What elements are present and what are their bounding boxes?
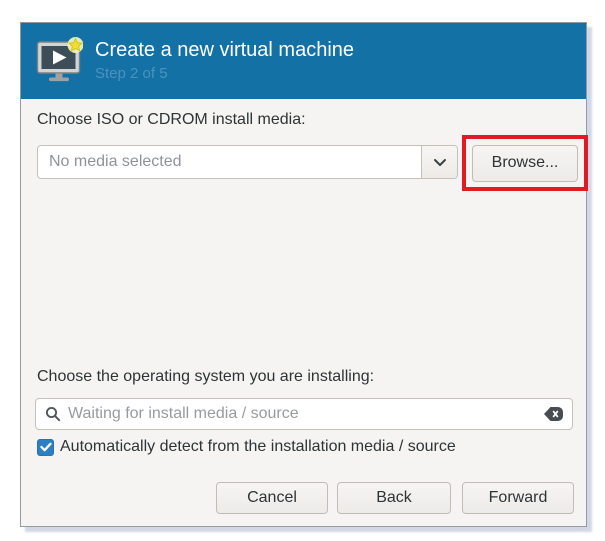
autodetect-checkbox[interactable] — [37, 439, 54, 456]
dialog-title: Create a new virtual machine — [95, 38, 354, 62]
clear-icon[interactable] — [544, 407, 563, 421]
search-icon — [45, 406, 61, 422]
browse-button[interactable]: Browse... — [472, 145, 578, 182]
install-media-combobox[interactable]: No media selected — [37, 145, 458, 179]
browse-button-highlight: Browse... — [462, 135, 588, 191]
install-media-combobox-value: No media selected — [38, 146, 421, 178]
autodetect-row: Automatically detect from the installati… — [37, 438, 456, 456]
new-vm-icon — [35, 37, 83, 85]
combobox-arrow-button[interactable] — [421, 146, 457, 178]
os-search-input[interactable] — [68, 405, 537, 423]
os-section-label: Choose the operating system you are inst… — [37, 368, 374, 386]
dialog-header: Create a new virtual machine Step 2 of 5 — [21, 23, 586, 99]
autodetect-label: Automatically detect from the installati… — [60, 438, 456, 456]
forward-button[interactable]: Forward — [462, 482, 574, 514]
chevron-down-icon — [433, 158, 447, 167]
cancel-button[interactable]: Cancel — [216, 482, 328, 514]
back-button[interactable]: Back — [337, 482, 451, 514]
dialog-step-indicator: Step 2 of 5 — [95, 64, 354, 84]
media-section-label: Choose ISO or CDROM install media: — [37, 111, 306, 129]
os-search-entry[interactable] — [35, 398, 573, 430]
create-vm-dialog: Create a new virtual machine Step 2 of 5… — [20, 22, 587, 527]
